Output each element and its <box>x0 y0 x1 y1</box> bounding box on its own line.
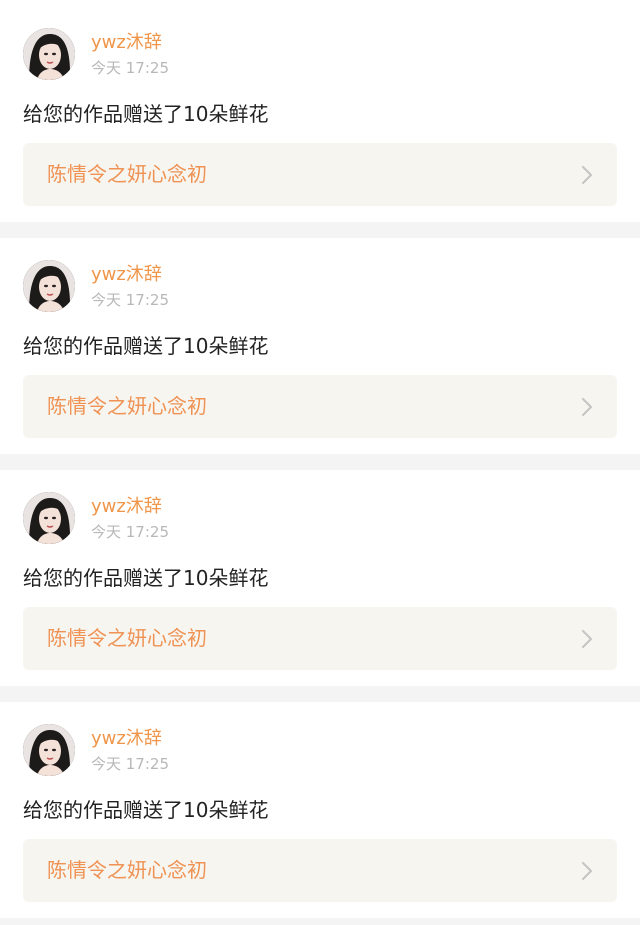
work-title: 陈情令之妍心念初 <box>47 162 207 186</box>
work-title: 陈情令之妍心念初 <box>47 394 207 418</box>
notification-card: ywz沐辞 今天 17:25 给您的作品赠送了10朵鲜花 陈情令之妍心念初 <box>0 238 640 454</box>
notification-message: 给您的作品赠送了10朵鲜花 <box>23 102 269 126</box>
chevron-right-icon <box>582 862 592 880</box>
notification-card: ywz沐辞 今天 17:25 给您的作品赠送了10朵鲜花 陈情令之妍心念初 <box>0 470 640 686</box>
timestamp: 今天 17:25 <box>91 523 169 541</box>
username[interactable]: ywz沐辞 <box>91 263 162 287</box>
chevron-right-icon <box>582 630 592 648</box>
notification-card: ywz沐辞 今天 17:25 给您的作品赠送了10朵鲜花 陈情令之妍心念初 <box>0 702 640 918</box>
avatar[interactable] <box>23 28 75 80</box>
notification-message: 给您的作品赠送了10朵鲜花 <box>23 334 269 358</box>
avatar[interactable] <box>23 260 75 312</box>
avatar[interactable] <box>23 492 75 544</box>
work-link[interactable]: 陈情令之妍心念初 <box>23 607 617 670</box>
timestamp: 今天 17:25 <box>91 755 169 773</box>
work-title: 陈情令之妍心念初 <box>47 858 207 882</box>
timestamp: 今天 17:25 <box>91 59 169 77</box>
work-link[interactable]: 陈情令之妍心念初 <box>23 375 617 438</box>
work-title: 陈情令之妍心念初 <box>47 626 207 650</box>
username[interactable]: ywz沐辞 <box>91 727 162 751</box>
notification-message: 给您的作品赠送了10朵鲜花 <box>23 798 269 822</box>
work-link[interactable]: 陈情令之妍心念初 <box>23 839 617 902</box>
work-link[interactable]: 陈情令之妍心念初 <box>23 143 617 206</box>
chevron-right-icon <box>582 166 592 184</box>
notification-feed: ywz沐辞 今天 17:25 给您的作品赠送了10朵鲜花 陈情令之妍心念初 yw… <box>0 0 640 918</box>
notification-message: 给您的作品赠送了10朵鲜花 <box>23 566 269 590</box>
notification-card: ywz沐辞 今天 17:25 给您的作品赠送了10朵鲜花 陈情令之妍心念初 <box>0 0 640 222</box>
avatar[interactable] <box>23 724 75 776</box>
username[interactable]: ywz沐辞 <box>91 31 162 55</box>
username[interactable]: ywz沐辞 <box>91 495 162 519</box>
chevron-right-icon <box>582 398 592 416</box>
timestamp: 今天 17:25 <box>91 291 169 309</box>
